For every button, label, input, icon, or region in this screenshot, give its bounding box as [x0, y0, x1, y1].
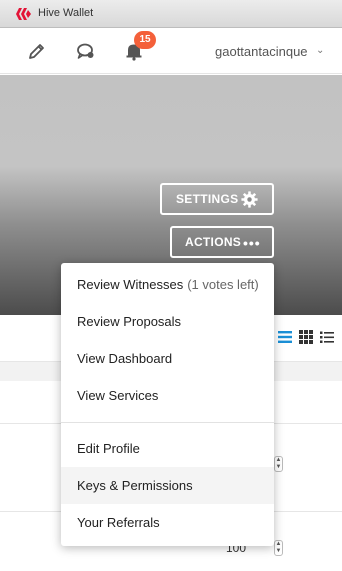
actions-button-label: ACTIONS — [185, 235, 242, 249]
window-title-bar: Hive Wallet — [0, 0, 342, 28]
window-title: Hive Wallet — [38, 7, 94, 19]
pencil-icon[interactable] — [27, 41, 47, 61]
menu-item-label: Your Referrals — [77, 515, 160, 530]
username-menu[interactable]: gaottantacinque — [215, 44, 308, 59]
menu-item-keys-permissions[interactable]: Keys & Permissions — [61, 467, 274, 504]
notification-badge[interactable]: 15 — [134, 31, 156, 49]
menu-item-review-proposals[interactable]: Review Proposals — [61, 303, 274, 340]
actions-button[interactable]: ACTIONS ••• — [170, 226, 274, 258]
menu-item-your-referrals[interactable]: Your Referrals — [61, 504, 274, 541]
stepper-arrows-icon[interactable]: ▲ ▼ — [274, 540, 283, 556]
list-view-icon[interactable] — [278, 330, 292, 344]
chevron-down-icon[interactable]: ⌄ — [316, 45, 324, 56]
menu-item-edit-profile[interactable]: Edit Profile — [61, 430, 274, 467]
gear-icon — [241, 191, 258, 208]
menu-item-label: Review Proposals — [77, 314, 182, 329]
more-dots-icon: ••• — [243, 235, 261, 251]
compact-list-icon[interactable] — [320, 330, 334, 344]
menu-item-view-services[interactable]: View Services — [61, 377, 274, 414]
hive-logo-icon — [16, 8, 31, 20]
actions-dropdown-menu: Review Witnesses (1 votes left) Review P… — [61, 263, 274, 546]
grid-view-icon[interactable] — [299, 330, 313, 344]
menu-item-label: View Services — [77, 388, 159, 403]
menu-item-view-dashboard[interactable]: View Dashboard — [61, 340, 274, 377]
menu-item-label: Edit Profile — [77, 441, 140, 456]
settings-button[interactable]: SETTINGS — [160, 183, 274, 215]
menu-item-label: View Dashboard — [77, 351, 173, 366]
menu-item-review-witnesses[interactable]: Review Witnesses (1 votes left) — [61, 266, 274, 303]
stepper-arrows-icon[interactable]: ▲ ▼ — [274, 456, 283, 472]
menu-item-label: Keys & Permissions — [77, 478, 193, 493]
settings-button-label: SETTINGS — [176, 192, 239, 206]
menu-divider — [61, 422, 274, 423]
chat-icon[interactable] — [76, 41, 96, 61]
menu-item-label: Review Witnesses — [77, 277, 184, 292]
votes-left-note: (1 votes left) — [187, 277, 259, 292]
